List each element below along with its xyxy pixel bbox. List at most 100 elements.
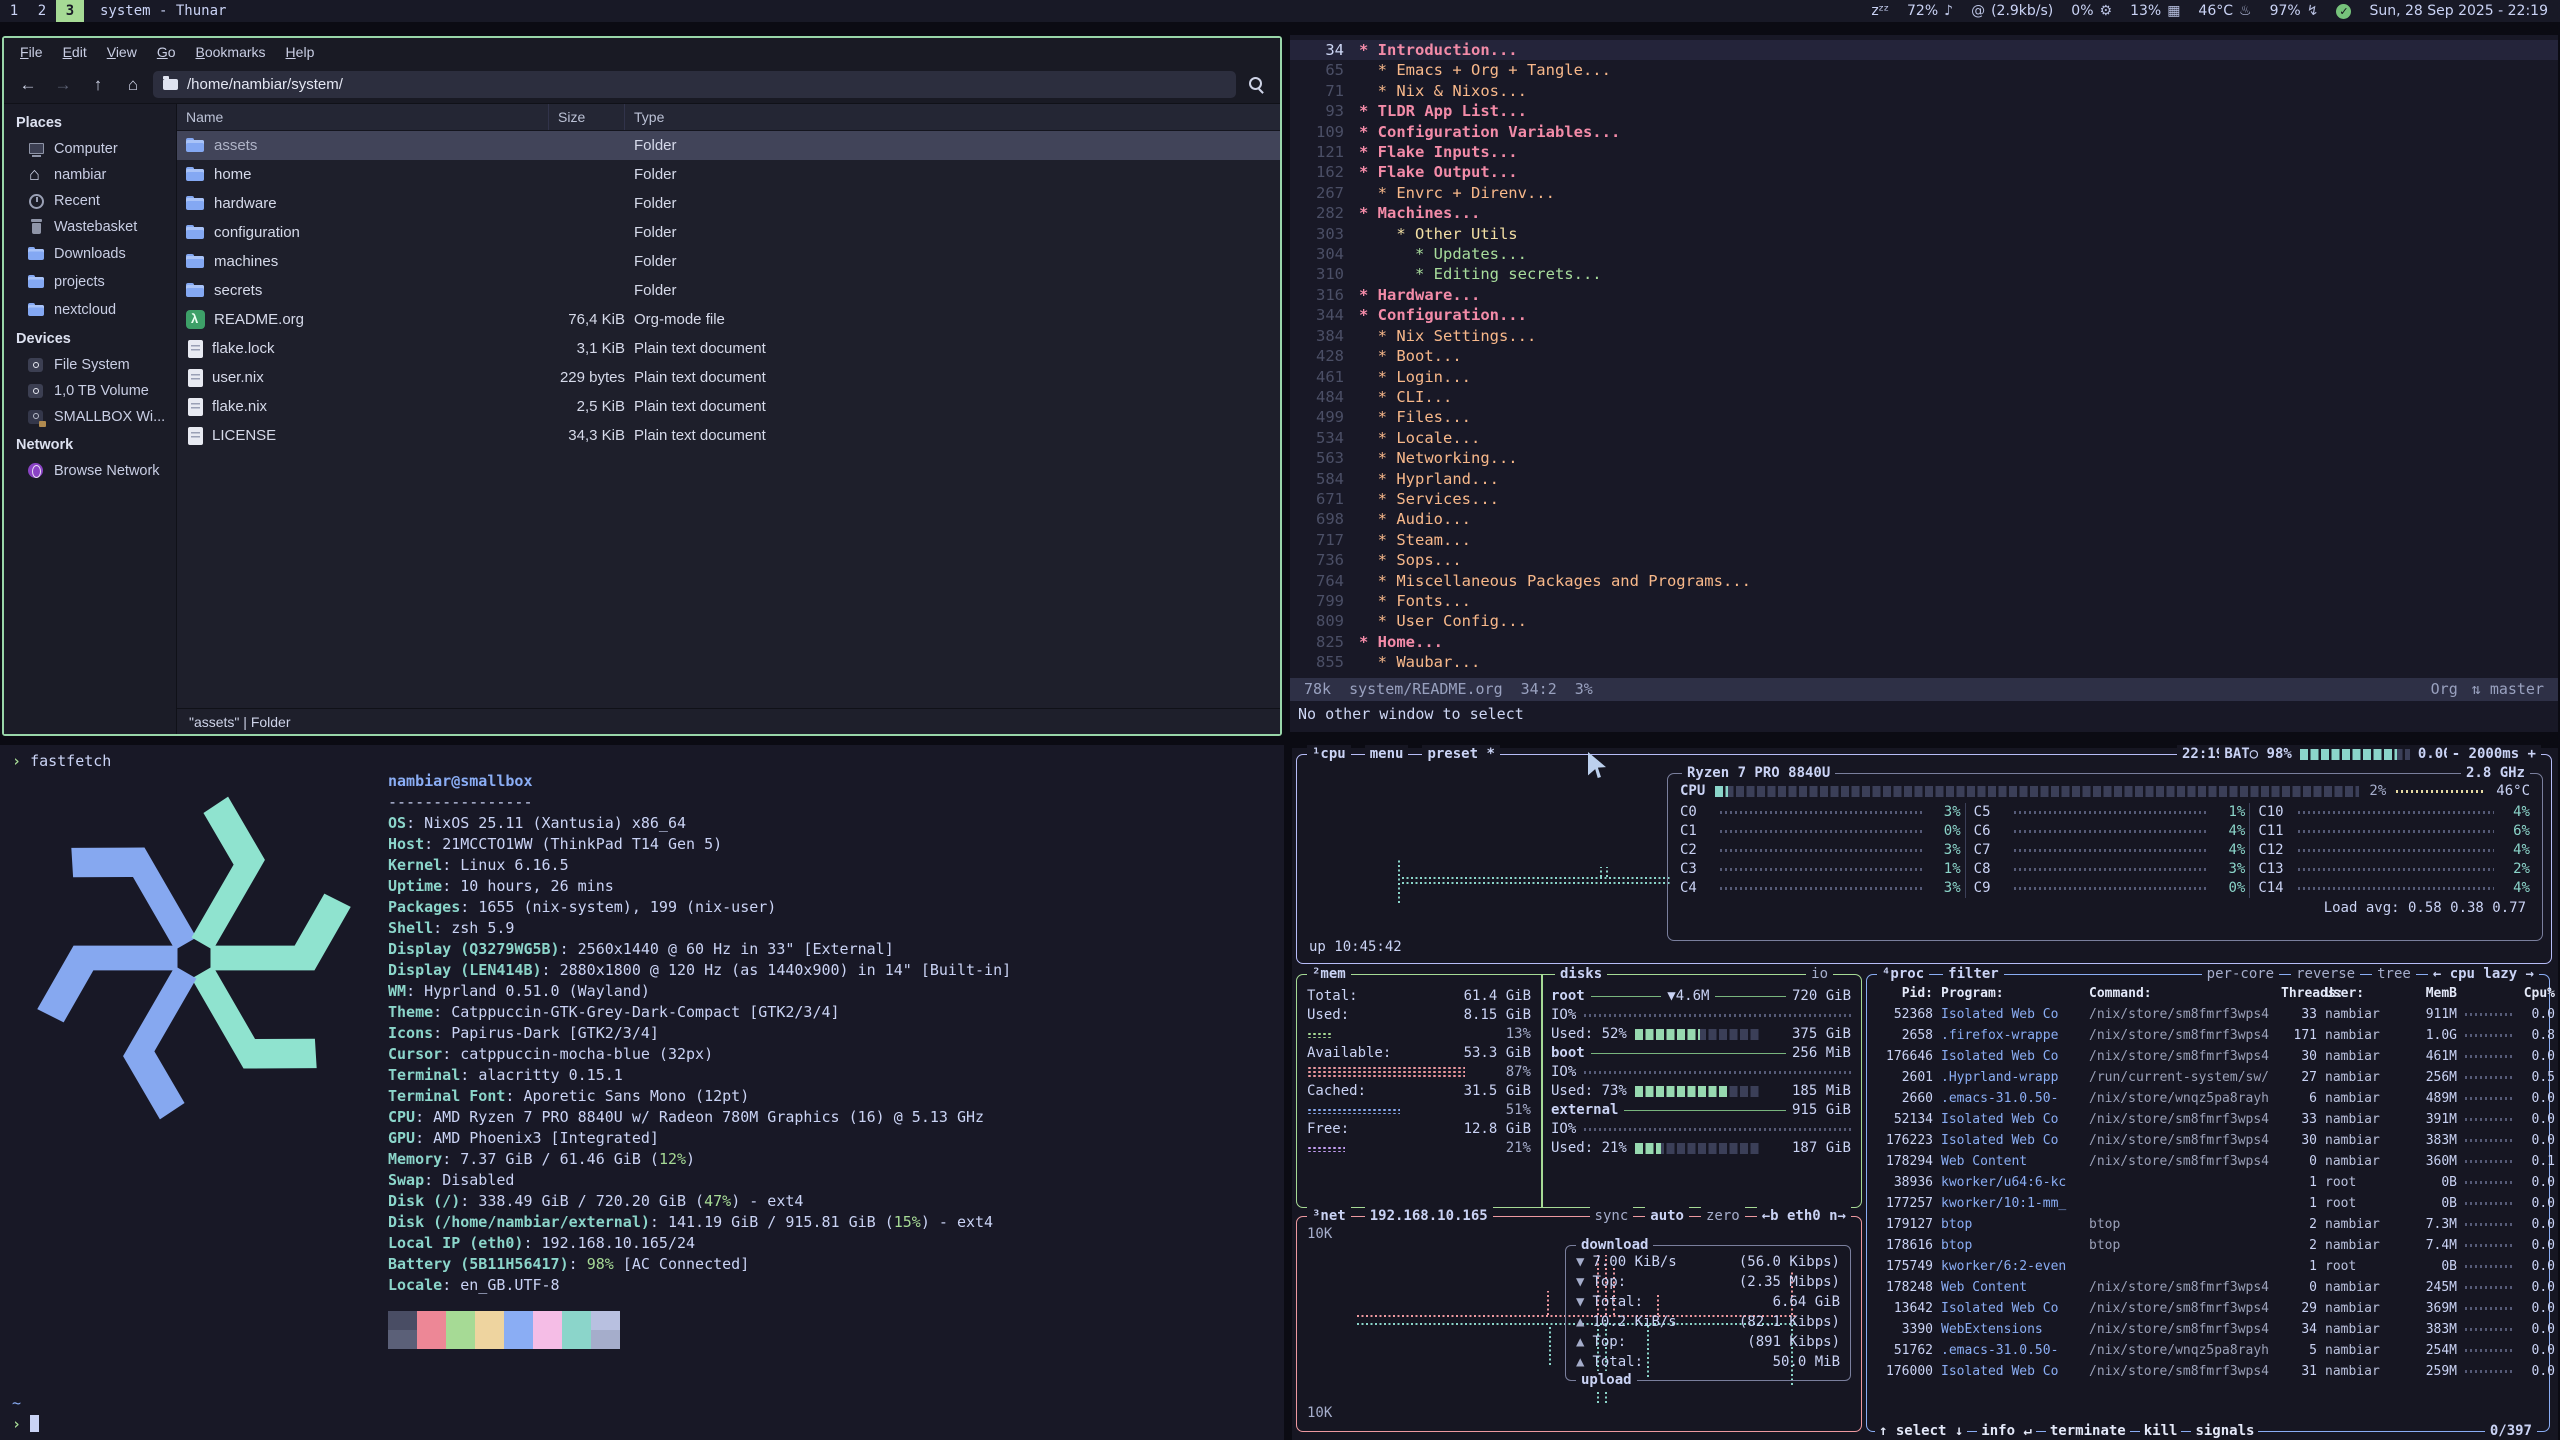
org-heading-line-282[interactable]: 282* Machines... (1290, 203, 2558, 223)
forward-button[interactable]: → (48, 71, 78, 98)
proc-key-terminate[interactable]: terminate (2046, 1422, 2130, 1440)
sidebar-item-browse-network[interactable]: Browse Network (4, 458, 176, 484)
column-header-size[interactable]: Size (549, 104, 625, 130)
org-heading-line-736[interactable]: 736 * Sops... (1290, 550, 2558, 570)
search-icon[interactable] (1241, 71, 1271, 98)
org-heading-line-584[interactable]: 584 * Hyprland... (1290, 469, 2558, 489)
net-tab-b-eth0-n[interactable]: ←b eth0 n→ (1757, 1207, 1851, 1226)
file-row-configuration[interactable]: configurationFolder (177, 218, 1280, 247)
org-heading-line-428[interactable]: 428 * Boot... (1290, 346, 2558, 366)
org-heading-line-71[interactable]: 71 * Nix & Nixos... (1290, 81, 2558, 101)
process-row-51762[interactable]: 51762.emacs-31.0.50-/nix/store/wnqz5pa8r… (1867, 1340, 2549, 1361)
net-tab-sync[interactable]: sync (1590, 1207, 1634, 1226)
org-heading-line-316[interactable]: 316* Hardware... (1290, 285, 2558, 305)
process-row-178294[interactable]: 178294Web Content/nix/store/sm8fmrf3wps4… (1867, 1151, 2549, 1172)
process-column-headers[interactable]: Pid:Program:Command:Threads:User:MemBCpu… (1867, 983, 2549, 1004)
up-button[interactable]: ↑ (83, 71, 113, 98)
org-heading-line-717[interactable]: 717 * Steam... (1290, 530, 2558, 550)
file-row-hardware[interactable]: hardwareFolder (177, 189, 1280, 218)
org-heading-line-93[interactable]: 93* TLDR App List... (1290, 101, 2558, 121)
org-heading-line-764[interactable]: 764 * Miscellaneous Packages and Program… (1290, 571, 2558, 591)
net-tab[interactable]: ³net (1307, 1207, 1351, 1226)
sidebar-item-1-0-tb-volume[interactable]: 1,0 TB Volume (4, 378, 176, 404)
org-heading-line-563[interactable]: 563 * Networking... (1290, 448, 2558, 468)
org-heading-line-34[interactable]: 34* Introduction... (1290, 40, 2558, 60)
proc-key-signals[interactable]: signals (2191, 1422, 2258, 1440)
process-row-177257[interactable]: 177257kworker/10:1-mm_1root0B0.0 (1867, 1193, 2549, 1214)
menu-edit[interactable]: Edit (53, 39, 97, 65)
org-heading-line-65[interactable]: 65 * Emacs + Org + Tangle... (1290, 60, 2558, 80)
proc-tab-proc[interactable]: ⁴proc (1877, 965, 1929, 984)
process-row-2601[interactable]: 2601.Hyprland-wrapp/run/current-system/s… (1867, 1067, 2549, 1088)
org-heading-line-303[interactable]: 303 * Other Utils (1290, 224, 2558, 244)
menu-file[interactable]: File (10, 39, 53, 65)
sidebar-item-wastebasket[interactable]: Wastebasket (4, 214, 176, 240)
process-row-175749[interactable]: 175749kworker/6:2-even1root0B0.0 (1867, 1256, 2549, 1277)
org-heading-line-461[interactable]: 461 * Login... (1290, 367, 2558, 387)
file-row-user-nix[interactable]: user.nix229 bytesPlain text document (177, 363, 1280, 392)
net-tab-zero[interactable]: zero (1701, 1207, 1745, 1226)
proc-tab-per-core[interactable]: per-core (2202, 965, 2279, 984)
column-header-name[interactable]: Name (177, 104, 549, 130)
proc-tab-filter[interactable]: filter (1943, 965, 2004, 984)
org-heading-line-499[interactable]: 499 * Files... (1290, 407, 2558, 427)
workspace-1[interactable]: 1 (0, 0, 28, 22)
file-row-secrets[interactable]: secretsFolder (177, 276, 1280, 305)
back-button[interactable]: ← (13, 71, 43, 98)
file-row-assets[interactable]: assetsFolder (177, 131, 1280, 160)
mem-tab[interactable]: ²mem (1307, 965, 1351, 984)
column-header-type[interactable]: Type (625, 104, 1280, 130)
org-heading-line-384[interactable]: 384 * Nix Settings... (1290, 326, 2558, 346)
process-row-2660[interactable]: 2660.emacs-31.0.50-/nix/store/wnqz5pa8ra… (1867, 1088, 2549, 1109)
process-row-178248[interactable]: 178248Web Content/nix/store/sm8fmrf3wps4… (1867, 1277, 2549, 1298)
file-row-license[interactable]: LICENSE34,3 KiBPlain text document (177, 421, 1280, 450)
org-heading-line-809[interactable]: 809 * User Config... (1290, 611, 2558, 631)
file-row-readme-org[interactable]: README.org76,4 KiBOrg-mode file (177, 305, 1280, 334)
proc-key-kill[interactable]: kill (2140, 1422, 2182, 1440)
menu-go[interactable]: Go (147, 39, 186, 65)
process-row-176223[interactable]: 176223Isolated Web Co/nix/store/sm8fmrf3… (1867, 1130, 2549, 1151)
sidebar-item-recent[interactable]: Recent (4, 188, 176, 214)
cpu-tab-preset[interactable]: preset * (1422, 745, 1499, 764)
process-row-179127[interactable]: 179127btopbtop2nambiar7.3M0.0 (1867, 1214, 2549, 1235)
process-row-176646[interactable]: 176646Isolated Web Co/nix/store/sm8fmrf3… (1867, 1046, 2549, 1067)
proc-key-select[interactable]: ↑ select ↓ (1875, 1422, 1967, 1440)
file-row-flake-nix[interactable]: flake.nix2,5 KiBPlain text document (177, 392, 1280, 421)
path-bar[interactable]: /home/nambiar/system/ (153, 71, 1236, 98)
org-heading-line-162[interactable]: 162* Flake Output... (1290, 162, 2558, 182)
process-row-13642[interactable]: 13642Isolated Web Co/nix/store/sm8fmrf3w… (1867, 1298, 2549, 1319)
workspace-3[interactable]: 3 (56, 0, 84, 22)
process-row-2658[interactable]: 2658.firefox-wrappe/nix/store/sm8fmrf3wp… (1867, 1025, 2549, 1046)
file-row-machines[interactable]: machinesFolder (177, 247, 1280, 276)
sidebar-item-file-system[interactable]: File System (4, 352, 176, 378)
home-button[interactable]: ⌂ (118, 71, 148, 98)
org-heading-line-267[interactable]: 267 * Envrc + Direnv... (1290, 183, 2558, 203)
org-outline[interactable]: 34* Introduction...65 * Emacs + Org + Ta… (1290, 35, 2558, 678)
proc-tab-cpu-lazy[interactable]: ← cpu lazy → (2428, 965, 2539, 984)
workspace-switcher[interactable]: 123 (0, 0, 84, 22)
org-heading-line-484[interactable]: 484 * CLI... (1290, 387, 2558, 407)
sidebar-item-smallbox-wi[interactable]: SMALLBOX Wi... (4, 404, 176, 430)
org-heading-line-109[interactable]: 109* Configuration Variables... (1290, 122, 2558, 142)
menu-bookmarks[interactable]: Bookmarks (186, 39, 276, 65)
file-row-home[interactable]: homeFolder (177, 160, 1280, 189)
org-heading-line-825[interactable]: 825* Home... (1290, 632, 2558, 652)
cpu-tab-cpu[interactable]: ¹cpu (1307, 745, 1351, 764)
process-row-52368[interactable]: 52368Isolated Web Co/nix/store/sm8fmrf3w… (1867, 1004, 2549, 1025)
process-row-176000[interactable]: 176000Isolated Web Co/nix/store/sm8fmrf3… (1867, 1361, 2549, 1382)
org-heading-line-534[interactable]: 534 * Locale... (1290, 428, 2558, 448)
terminal-window[interactable]: › fastfetch nambiar@smallbox------------… (0, 745, 1284, 1440)
sidebar-item-projects[interactable]: projects (4, 268, 176, 296)
sidebar-item-nextcloud[interactable]: nextcloud (4, 296, 176, 324)
proc-tab-reverse[interactable]: reverse (2291, 965, 2360, 984)
process-row-178616[interactable]: 178616btopbtop2nambiar7.4M0.0 (1867, 1235, 2549, 1256)
org-heading-line-344[interactable]: 344* Configuration... (1290, 305, 2558, 325)
update-interval[interactable]: - 2000ms + (2447, 745, 2541, 764)
sidebar-item-downloads[interactable]: Downloads (4, 240, 176, 268)
cpu-tab-menu[interactable]: menu (1365, 745, 1409, 764)
sidebar-item-computer[interactable]: Computer (4, 136, 176, 162)
net-tab-auto[interactable]: auto (1645, 1207, 1689, 1226)
org-heading-line-671[interactable]: 671 * Services... (1290, 489, 2558, 509)
process-row-38936[interactable]: 38936kworker/u64:6-kc1root0B0.0 (1867, 1172, 2549, 1193)
proc-tab-tree[interactable]: tree (2372, 965, 2416, 984)
